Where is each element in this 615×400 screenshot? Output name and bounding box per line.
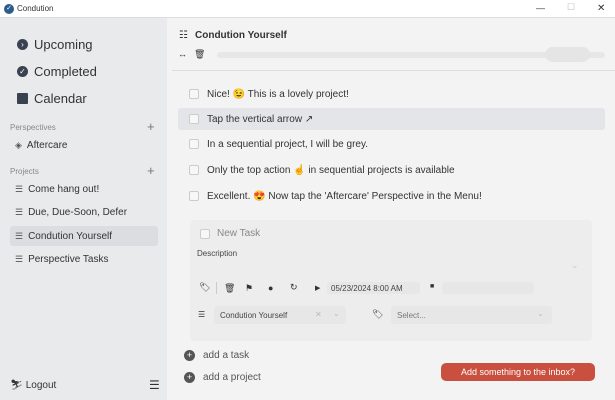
project-select-value: Condution Yourself — [220, 310, 288, 320]
chevron-down-icon[interactable]: ⌄ — [333, 309, 340, 318]
list-icon: ☰ — [15, 253, 24, 264]
chevron-down-icon[interactable]: ⌄ — [537, 309, 544, 318]
project-select[interactable]: Condution Yourself ✕ ⌄ — [214, 306, 346, 324]
project-label: Condution Yourself — [28, 230, 113, 242]
project-title[interactable]: Condution Yourself — [195, 30, 287, 41]
tags-select[interactable]: Select... ⌄ — [391, 306, 552, 324]
window-title: Condution — [17, 4, 54, 13]
task-checkbox[interactable] — [189, 114, 199, 124]
clear-icon[interactable]: ✕ — [315, 310, 322, 319]
task-row[interactable]: Nice! 😉 This is a lovely project! — [178, 83, 605, 105]
project-label: Come hang out! — [28, 183, 100, 195]
nav-label: Completed — [34, 64, 97, 79]
add-task-button[interactable]: + add a task — [184, 350, 249, 361]
repeat-icon[interactable]: ↻ — [290, 282, 298, 293]
perspectives-label: Perspectives — [10, 123, 56, 132]
task-text: Excellent. 😍 Now tap the 'Aftercare' Per… — [207, 190, 482, 202]
list-icon: ☰ — [15, 206, 24, 217]
add-perspective-button[interactable]: + — [147, 119, 155, 134]
nav-upcoming[interactable]: › Upcoming — [17, 37, 93, 52]
tags-placeholder: Select... — [397, 310, 426, 320]
nav-completed[interactable]: ✓ Completed — [17, 64, 97, 79]
list-icon: ☰ — [15, 230, 24, 241]
task-row[interactable]: Excellent. 😍 Now tap the 'Aftercare' Per… — [178, 185, 605, 207]
logout-label: Logout — [25, 380, 57, 391]
slider-handle[interactable] — [545, 47, 590, 62]
inbox-button-label: Add something to the inbox? — [460, 367, 576, 377]
check-circle-icon: ✓ — [17, 66, 28, 77]
trash-icon[interactable]: 🗑 — [194, 49, 205, 60]
add-project-label: add a project — [203, 372, 261, 383]
task-checkbox[interactable] — [189, 89, 199, 99]
add-task-label: add a task — [203, 350, 250, 361]
globe-icon[interactable]: ● — [268, 283, 273, 293]
project-item-selected[interactable]: ☰ Condution Yourself — [10, 226, 158, 246]
task-row[interactable]: In a sequential project, I will be grey. — [178, 133, 605, 155]
project-item[interactable]: ☰ Perspective Tasks — [10, 249, 158, 269]
task-text: Nice! 😉 This is a lovely project! — [207, 88, 349, 100]
minimize-button[interactable]: — — [536, 3, 545, 13]
add-project-link[interactable]: + add a project — [184, 372, 261, 383]
projects-label: Projects — [10, 167, 39, 176]
task-text: In a sequential project, I will be grey. — [207, 138, 369, 150]
sequential-toggle-icon[interactable]: ↔ — [178, 49, 187, 59]
nav-calendar[interactable]: Calendar — [17, 91, 87, 106]
due-date-input[interactable] — [442, 282, 534, 294]
stop-icon: ■ — [430, 283, 435, 290]
flag-icon[interactable]: ⚑ — [245, 283, 253, 294]
plus-circle-icon: + — [184, 350, 195, 361]
list-icon: ☰ — [15, 183, 24, 194]
sidebar: › Upcoming ✓ Completed Calendar Perspectiv… — [0, 18, 167, 400]
new-task-card: New Task Description ⌄ 🏷 🗑 ⚑ ● ↻ ▶ 05/23… — [190, 220, 592, 341]
defer-date-input[interactable]: 05/23/2024 8:00 AM — [327, 282, 420, 294]
nav-label: Calendar — [34, 91, 87, 106]
new-task-input[interactable]: New Task — [217, 228, 260, 239]
main-panel: ☷ Condution Yourself ↔ 🗑 Nice! 😉 This is… — [167, 18, 615, 400]
close-button[interactable]: ✕ — [597, 3, 605, 14]
calendar-icon — [17, 93, 28, 104]
divider — [172, 70, 615, 71]
tag-icon[interactable]: 🏷 — [199, 282, 210, 293]
perspective-aftercare[interactable]: ◈ Aftercare — [10, 135, 158, 155]
project-item[interactable]: ☰ Come hang out! — [10, 179, 158, 199]
description-input[interactable]: Description — [197, 249, 237, 258]
add-project-button[interactable]: + — [147, 163, 155, 178]
checklist-icon: ☷ — [179, 30, 188, 41]
plus-circle-icon: + — [184, 372, 195, 383]
project-item[interactable]: ☰ Due, Due-Soon, Defer — [10, 202, 158, 222]
title-bar: ✓ Condution — ☐ ✕ — [0, 0, 615, 18]
task-text: Only the top action ☝️ in sequential pro… — [207, 164, 455, 176]
inbox-button[interactable]: Add something to the inbox? — [441, 363, 595, 381]
perspective-label: Aftercare — [26, 139, 68, 151]
tags-icon: 🏷 — [372, 309, 384, 319]
task-row[interactable]: Only the top action ☝️ in sequential pro… — [178, 159, 605, 181]
project-label: Perspective Tasks — [28, 253, 109, 265]
maximize-button[interactable]: ☐ — [567, 2, 575, 13]
list-icon: ☰ — [198, 310, 206, 319]
project-label: Due, Due-Soon, Defer — [28, 206, 128, 218]
chevron-right-circle-icon: › — [17, 39, 28, 50]
play-icon: ▶ — [315, 285, 321, 292]
app-logo-icon: ✓ — [4, 4, 14, 14]
task-checkbox[interactable] — [189, 191, 199, 201]
menu-icon[interactable]: ☰ — [149, 378, 160, 392]
new-task-checkbox[interactable] — [200, 229, 210, 239]
defer-date-value: 05/23/2024 8:00 AM — [331, 283, 403, 293]
layers-icon: ◈ — [15, 139, 22, 150]
nav-label: Upcoming — [34, 37, 93, 52]
divider — [216, 282, 217, 294]
logout-button[interactable]: ⛷ Logout — [10, 380, 56, 391]
task-checkbox[interactable] — [189, 165, 199, 175]
task-checkbox[interactable] — [189, 139, 199, 149]
logout-icon: ⛷ — [10, 380, 23, 391]
task-row[interactable]: Tap the vertical arrow ↗ — [178, 108, 605, 130]
task-text: Tap the vertical arrow ↗ — [207, 113, 314, 125]
trash-icon[interactable]: 🗑 — [224, 283, 235, 294]
chevron-down-icon[interactable]: ⌄ — [571, 260, 579, 271]
